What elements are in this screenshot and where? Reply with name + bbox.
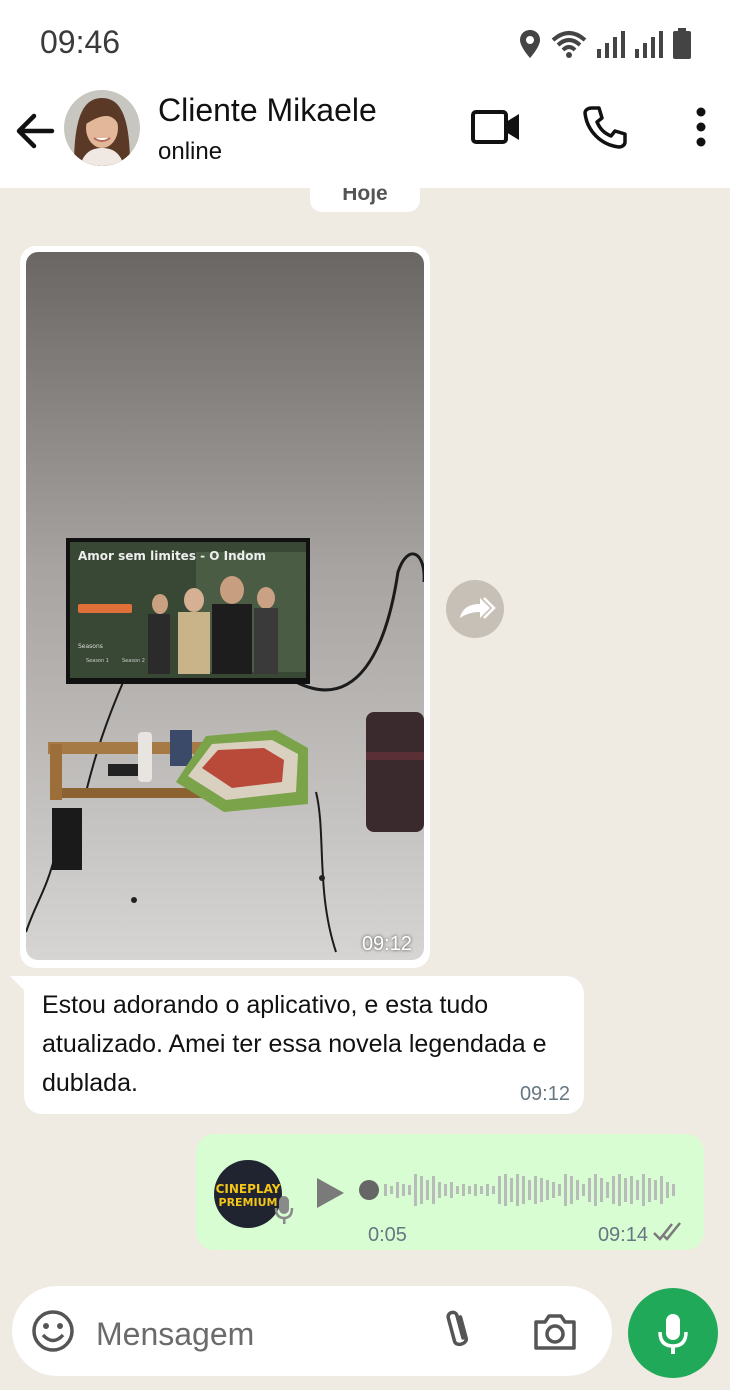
location-icon [520,30,540,58]
voice-message-bubble[interactable]: CINEPLAY PREMIUM 0:05 09:14 [196,1134,704,1250]
mic-icon [658,1314,688,1354]
chat-header: Cliente Mikaele online [0,84,730,188]
text-message-bubble[interactable]: Estou adorando o aplicativo, e esta tudo… [24,976,584,1114]
battery-icon [673,28,691,59]
avatar-brand-line2: PREMIUM [218,1196,278,1209]
image-message-time: 09:12 [361,933,412,955]
signal-icon [635,31,663,58]
camera-icon[interactable] [532,1312,578,1352]
voice-message-time: 09:14 [597,1224,648,1246]
message-input-bar[interactable]: Mensagem [12,1286,612,1376]
message-photo[interactable]: Amor sem limites - O Indom Seasons Seaso… [26,252,424,960]
status-time: 09:46 [40,24,121,60]
message-time: 09:12 [519,1083,570,1105]
tv-seasons-label: Seasons [78,643,103,650]
signal-icon [597,31,625,58]
forward-button[interactable] [446,580,504,638]
contact-status: online [158,138,223,165]
status-icons [518,26,692,62]
voice-duration: 0:05 [368,1224,407,1246]
emoji-icon[interactable] [30,1308,76,1354]
mic-small-icon [274,1196,294,1224]
back-arrow-icon[interactable] [12,108,58,154]
video-call-icon[interactable] [470,104,522,150]
voice-record-button[interactable] [628,1288,718,1378]
chat-area[interactable]: Hoje Amor sem limites - O Indom Seasons … [0,188,730,1390]
menu-dots-icon[interactable] [690,104,712,150]
image-message-bubble[interactable]: Amor sem limites - O Indom Seasons Seaso… [20,246,430,968]
status-bar: 09:46 [0,0,730,84]
wifi-icon [551,31,587,58]
attach-icon[interactable] [440,1308,476,1354]
tv-show-title: Amor sem limites - O Indom [78,549,266,563]
forward-icon [460,597,496,619]
message-input[interactable]: Mensagem [96,1316,254,1353]
message-text: Estou adorando o aplicativo, e esta tudo… [42,991,547,1097]
date-chip: Hoje [310,188,420,212]
contact-avatar[interactable] [64,90,140,166]
voice-call-icon[interactable] [582,104,628,150]
tv-season-1: Season 1 [86,658,109,664]
tv-season-2: Season 2 [122,658,145,664]
voice-sender-avatar: CINEPLAY PREMIUM [214,1160,282,1228]
voice-waveform[interactable] [358,1170,684,1210]
contact-name[interactable]: Cliente Mikaele [158,92,377,129]
avatar-brand-line1: CINEPLAY [215,1182,281,1196]
play-icon[interactable] [314,1176,346,1210]
double-check-icon [653,1222,681,1241]
